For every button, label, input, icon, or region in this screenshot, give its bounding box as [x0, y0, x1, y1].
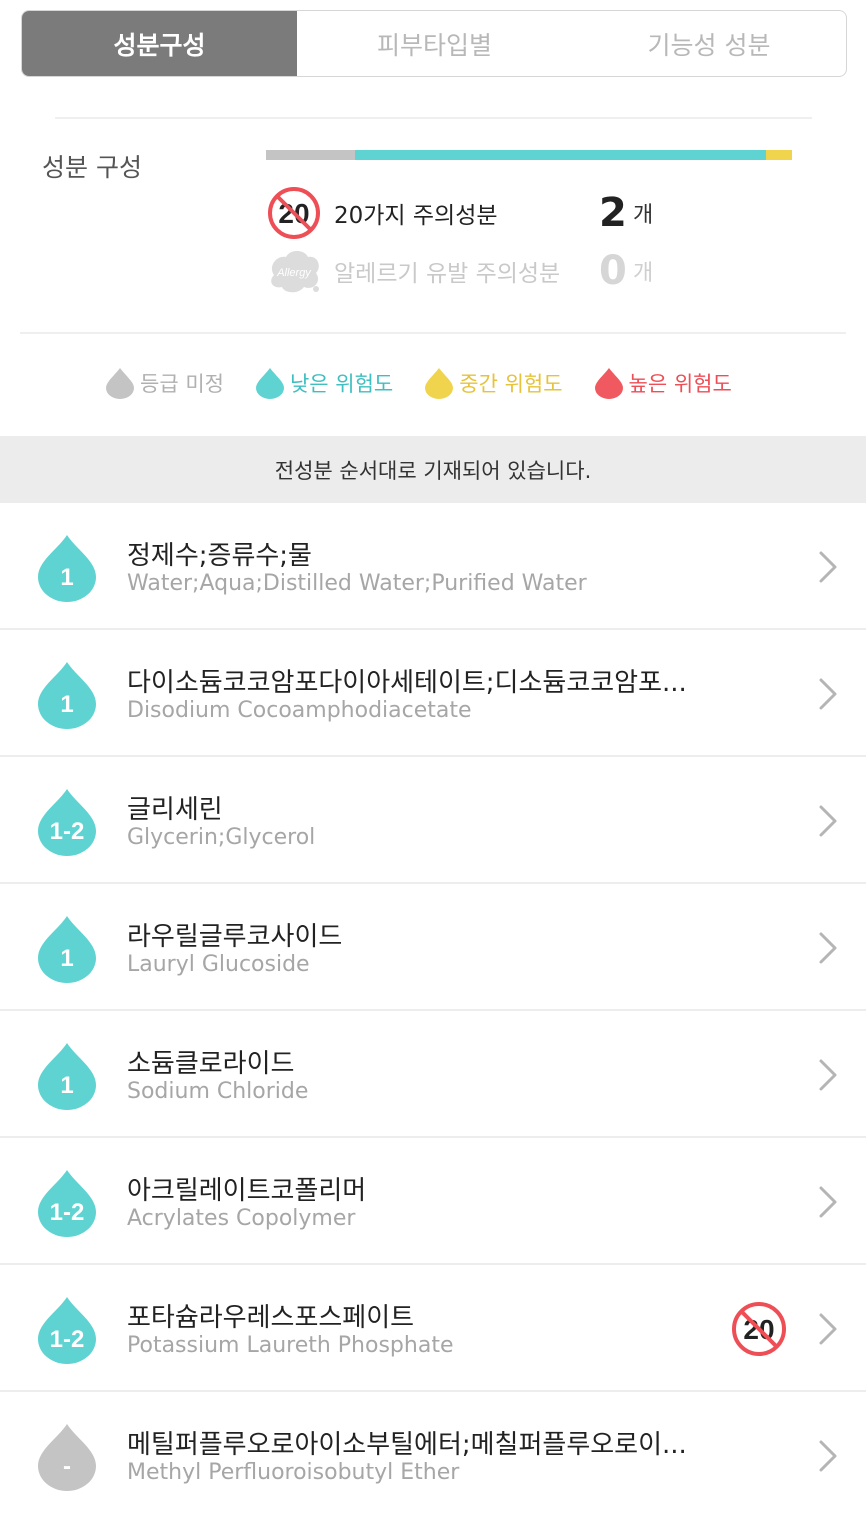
twenty-caution-icon: 20 [268, 187, 320, 239]
twenty-caution-label: 20가지 주의성분 [334, 203, 498, 229]
chevron-right-icon[interactable] [818, 1058, 838, 1092]
tab-composition[interactable]: 성분구성 [22, 11, 297, 76]
grade-drop-icon: 1 [38, 1043, 96, 1110]
ingredient-name-en: Potassium Laureth Phosphate [127, 1333, 454, 1358]
legend-item-low: 낮은 위험도 [254, 366, 393, 400]
ingredient-name-ko: 글리세린 [127, 795, 223, 825]
allergy-icon: Allergy [271, 251, 319, 293]
legend-label: 중간 위험도 [459, 372, 563, 396]
twenty-caution-icon: 20 [732, 1302, 786, 1356]
ingredient-row[interactable]: 1 다이소듐코코암포다이아세테이트;디소듐코코암포... Disodium Coco… [0, 630, 866, 757]
drop-icon [106, 368, 134, 399]
ingredient-row[interactable]: 1 소듐클로라이드 Sodium Chloride [0, 1011, 866, 1138]
svg-text:1: 1 [60, 945, 73, 972]
svg-text:1-2: 1-2 [50, 1326, 85, 1353]
twenty-caution-unit: 개 [633, 203, 654, 228]
ingredient-name-ko: 메틸퍼플루오로아이소부틸에터;메칠퍼플루오로이... [127, 1430, 687, 1460]
ingredient-name-ko: 정제수;증류수;물 [127, 541, 312, 571]
allergy-caution-row[interactable]: Allergy 알레르기 유발 주의성분 0 개 [266, 245, 653, 297]
twenty-caution-count: 2 [599, 190, 627, 236]
legend-item-high: 높은 위험도 [593, 366, 732, 400]
grade-drop-icon: 1-2 [38, 1170, 96, 1237]
ingredient-name-en: Methyl Perfluoroisobutyl Ether [127, 1460, 460, 1485]
allergy-caution-label: 알레르기 유발 주의성분 [334, 261, 561, 287]
composition-bar-segment [355, 150, 766, 160]
ingredient-row[interactable]: - 메틸퍼플루오로아이소부틸에터;메칠퍼플루오로이... Methyl Perflu… [0, 1392, 866, 1515]
chevron-right-icon[interactable] [818, 1439, 838, 1473]
ingredient-name-ko: 다이소듐코코암포다이아세테이트;디소듐코코암포... [127, 668, 687, 698]
svg-text:-: - [63, 1453, 71, 1480]
drop-icon [425, 368, 454, 399]
twenty-caution-row[interactable]: 20 20가지 주의성분 2 개 [266, 185, 653, 241]
drop-icon [594, 368, 623, 399]
composition-bar-segment [266, 150, 356, 160]
grade-drop-icon: 1-2 [38, 789, 96, 856]
chevron-right-icon[interactable] [818, 1185, 838, 1219]
legend-label: 낮은 위험도 [289, 372, 394, 396]
svg-text:1-2: 1-2 [50, 1199, 85, 1226]
legend-label: 등급 미정 [140, 372, 224, 396]
chevron-right-icon[interactable] [818, 804, 838, 838]
ingredient-name-en: Water;Aqua;Distilled Water;Purified Wate… [127, 571, 587, 596]
chevron-right-icon[interactable] [818, 550, 838, 584]
composition-title: 성분 구성 [42, 153, 142, 182]
ingredient-name-en: Glycerin;Glycerol [127, 825, 316, 850]
ingredient-name-ko: 포타슘라우레스포스페이트 [127, 1303, 415, 1333]
order-notice: 전성분 순서대로 기재되어 있습니다. [0, 436, 866, 503]
ingredient-name-en: Disodium Cocoamphodiacetate [127, 698, 472, 723]
composition-bar-segment [765, 150, 792, 160]
ingredient-name-en: Lauryl Glucoside [127, 952, 310, 977]
tab-functional[interactable]: 기능성 성분 [572, 11, 846, 76]
grade-drop-icon: 1 [38, 916, 96, 983]
composition-bar [266, 150, 792, 160]
allergy-caution-unit: 개 [633, 261, 654, 286]
chevron-right-icon[interactable] [818, 1312, 838, 1346]
svg-text:1-2: 1-2 [50, 818, 85, 845]
chevron-right-icon[interactable] [818, 677, 838, 711]
ingredient-row[interactable]: 1-2 포타슘라우레스포스페이트 Potassium Laureth Phospha… [0, 1265, 866, 1392]
ingredient-row[interactable]: 1-2 아크릴레이트코폴리머 Acrylates Copolymer [0, 1138, 866, 1265]
divider [55, 117, 812, 119]
legend-item-medium: 중간 위험도 [423, 366, 563, 400]
ingredient-row[interactable]: 1-2 글리세린 Glycerin;Glycerol [0, 757, 866, 884]
svg-text:1: 1 [60, 564, 73, 591]
svg-text:Allergy: Allergy [276, 267, 312, 279]
ingredient-list: 1 정제수;증류수;물 Water;Aqua;Distilled Water;Pur… [0, 503, 866, 1515]
grade-drop-icon: 1-2 [38, 1297, 96, 1364]
allergy-caution-count: 0 [599, 248, 627, 294]
ingredient-name-ko: 라우릴글루코사이드 [127, 922, 343, 952]
tab-bar: 성분구성 피부타입별 기능성 성분 [21, 10, 847, 77]
grade-drop-icon: - [38, 1424, 96, 1491]
risk-legend: 등급 미정 낮은 위험도 중간 위험도 높은 위험도 [104, 366, 762, 400]
grade-drop-icon: 1 [38, 535, 96, 602]
legend-item-unrated: 등급 미정 [104, 366, 224, 400]
legend-label: 높은 위험도 [628, 372, 732, 396]
ingredient-row[interactable]: 1 정제수;증류수;물 Water;Aqua;Distilled Water;Pur… [0, 503, 866, 630]
ingredient-name-ko: 아크릴레이트코폴리머 [127, 1176, 367, 1206]
chevron-right-icon[interactable] [818, 931, 838, 965]
svg-text:1: 1 [60, 1072, 73, 1099]
ingredient-name-en: Acrylates Copolymer [127, 1206, 356, 1231]
ingredient-row[interactable]: 1 라우릴글루코사이드 Lauryl Glucoside [0, 884, 866, 1011]
tab-skin-type[interactable]: 피부타입별 [297, 11, 572, 76]
divider [20, 332, 846, 334]
ingredient-name-en: Sodium Chloride [127, 1079, 309, 1104]
grade-drop-icon: 1 [38, 662, 96, 729]
svg-text:1: 1 [60, 691, 73, 718]
ingredient-name-ko: 소듐클로라이드 [127, 1049, 295, 1079]
drop-icon [255, 368, 284, 399]
